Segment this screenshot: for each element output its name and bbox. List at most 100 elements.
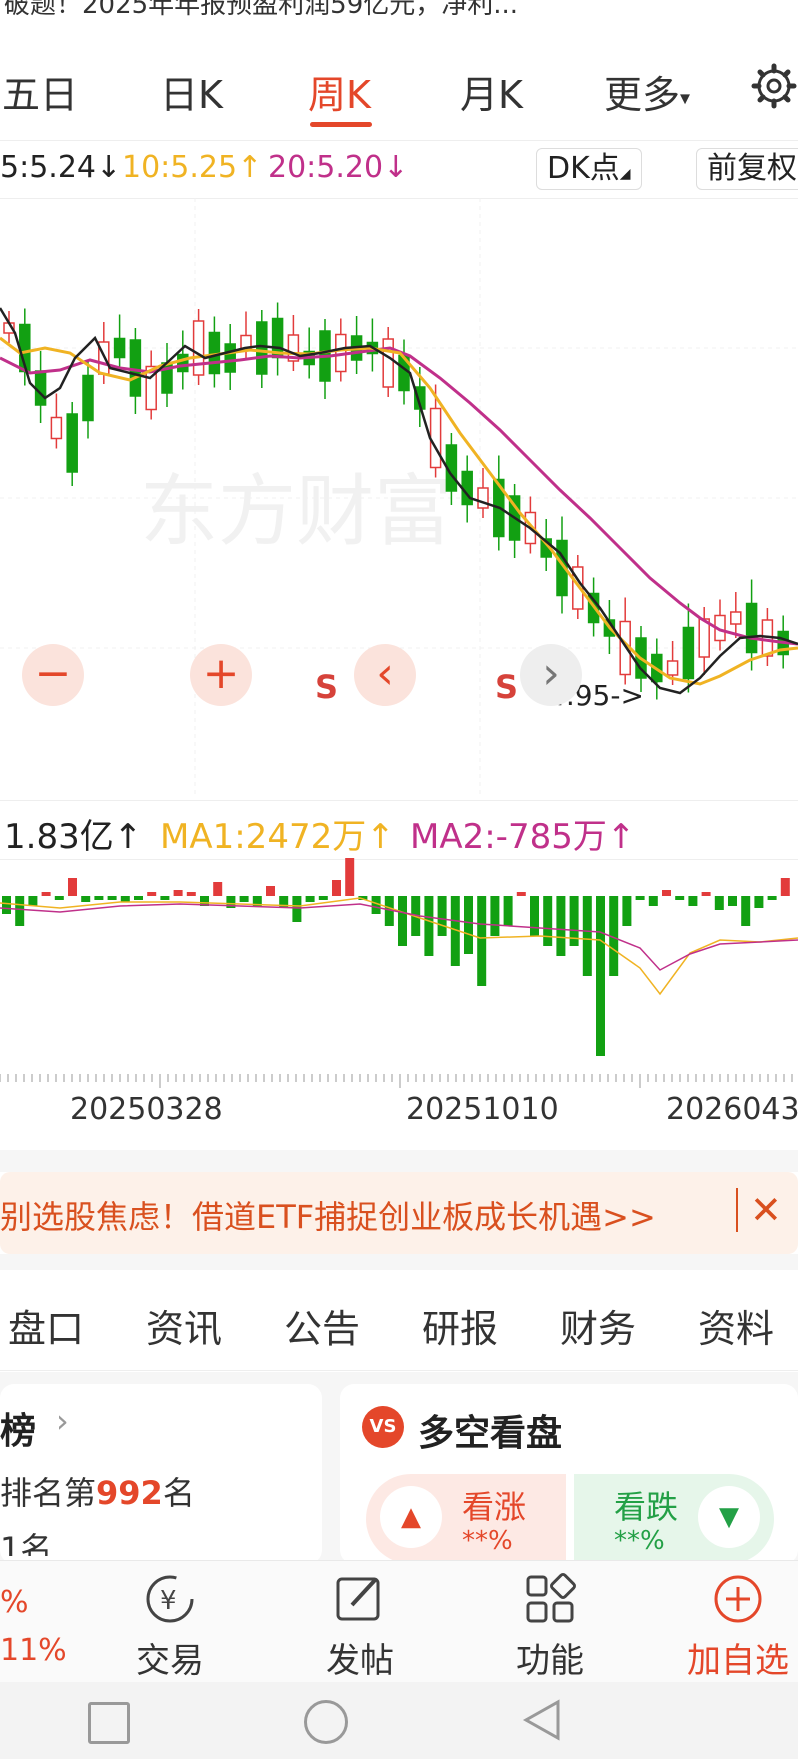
bear-button[interactable]: 看跌 **% ▼ xyxy=(574,1474,774,1564)
tab-research[interactable]: 研报 xyxy=(422,1298,498,1353)
cards-area: 榜 › 排名第992名 1名 VS 多空看盘 ▲ 看涨 **% 看跌 **% ▼ xyxy=(0,1372,798,1564)
volume-bar xyxy=(780,878,790,896)
tab-more[interactable]: 更多▾ xyxy=(604,64,690,119)
candle-body xyxy=(682,626,695,680)
nav-post[interactable]: 发帖 xyxy=(300,1561,420,1683)
dk-point-button[interactable]: DK点◢ xyxy=(536,148,642,190)
rank-number: 992 xyxy=(96,1474,163,1512)
left-change-value-1: % xyxy=(0,1585,29,1620)
volume-bar xyxy=(81,896,91,902)
home-circle-icon[interactable] xyxy=(304,1700,348,1744)
rank-line-2: 1名 xyxy=(0,1530,53,1556)
triangle-down-icon: ▼ xyxy=(698,1486,760,1548)
tab-announcements[interactable]: 公告 xyxy=(284,1298,360,1353)
nav-add-watchlist-label: 加自选 xyxy=(687,1641,789,1681)
volume-bar xyxy=(688,896,698,906)
tab-weekly-k[interactable]: 周K xyxy=(308,64,371,119)
close-icon[interactable]: ✕ xyxy=(750,1188,782,1232)
zoom-out-button[interactable]: − xyxy=(22,644,84,706)
candle-body xyxy=(477,487,489,509)
volume-bar xyxy=(516,892,526,896)
yen-exchange-icon: ¥ xyxy=(146,1575,194,1623)
tab-pankou[interactable]: 盘口 xyxy=(8,1298,84,1353)
adjust-mode-label: 前复权 xyxy=(707,151,797,186)
volume-bar xyxy=(186,892,196,896)
volume-bar xyxy=(754,896,764,908)
vs-badge-icon: VS xyxy=(362,1406,404,1448)
plus-circle-icon xyxy=(714,1575,762,1623)
volume-ma2: MA2:-785万↑ xyxy=(410,817,636,857)
sell-signal-2: S xyxy=(495,668,518,706)
volume-bars-group xyxy=(2,858,790,1056)
volume-bar xyxy=(345,858,355,896)
time-label-3: 2026043 xyxy=(666,1092,798,1127)
tab-monthly-k[interactable]: 月K xyxy=(460,64,523,119)
nav-functions[interactable]: 功能 xyxy=(490,1561,610,1683)
nav-trade[interactable]: ¥ 交易 xyxy=(110,1561,230,1683)
edit-icon xyxy=(336,1577,380,1621)
tab-news[interactable]: 资讯 xyxy=(146,1298,222,1353)
volume-bar xyxy=(107,896,117,900)
rank-line-1: 排名第992名 xyxy=(0,1468,195,1514)
bottom-nav: % 11% ¥ 交易 发帖 功能 加自选 xyxy=(0,1560,798,1683)
volume-bar xyxy=(120,896,130,902)
tab-daily-k[interactable]: 日K xyxy=(160,64,223,119)
volume-chart[interactable] xyxy=(0,858,798,1070)
top-news-text: 破题！2025年年报预盈利润59亿元，净利... xyxy=(4,0,519,20)
volume-bar xyxy=(543,896,553,946)
ad-text: 别选股焦虑！借道ETF捕捉创业板成长机遇>> xyxy=(0,1198,656,1236)
bull-label: 看涨 xyxy=(462,1488,527,1526)
adjust-mode-button[interactable]: 前复权 xyxy=(696,148,798,190)
volume-bar xyxy=(424,896,434,956)
ma20-value: 20:5.20↓ xyxy=(268,150,409,185)
volume-bar xyxy=(477,896,487,986)
volume-bar xyxy=(173,890,183,896)
candle-body xyxy=(429,407,442,469)
zoom-in-button[interactable]: + xyxy=(190,644,252,706)
time-axis-ticks xyxy=(0,1074,793,1088)
bull-value: **% xyxy=(462,1526,513,1556)
triangle-up-icon: ▲ xyxy=(380,1486,442,1548)
rank-card[interactable]: 榜 › 排名第992名 1名 xyxy=(0,1384,322,1564)
bear-value: **% xyxy=(614,1526,665,1556)
volume-bar xyxy=(147,892,157,896)
scroll-right-button[interactable]: › xyxy=(520,644,582,706)
tab-finance[interactable]: 财务 xyxy=(560,1298,636,1353)
spacer-2 xyxy=(0,1254,798,1270)
svg-text:¥: ¥ xyxy=(160,1586,177,1616)
recents-square-icon[interactable] xyxy=(88,1702,130,1744)
tab-profile[interactable]: 资料 xyxy=(698,1298,774,1353)
candlestick-chart[interactable]: 东方财富 S S 4.95-> − + ‹ › xyxy=(0,198,798,798)
volume-bar xyxy=(728,896,737,906)
plus-icon: + xyxy=(202,648,240,699)
top-news-strip[interactable]: 破题！2025年年报预盈利润59亿元，净利... xyxy=(0,0,798,38)
volume-bar xyxy=(648,896,658,906)
candle-body xyxy=(129,339,142,397)
volume-bar xyxy=(94,896,104,900)
scroll-left-button[interactable]: ‹ xyxy=(354,644,416,706)
volume-bar xyxy=(437,896,447,936)
rank-card-title: 榜 xyxy=(0,1411,37,1452)
volume-bar xyxy=(464,896,473,954)
volume-bar xyxy=(701,892,711,896)
tab-five-day[interactable]: 五日 xyxy=(2,64,78,119)
volume-bar xyxy=(503,896,513,926)
chevron-right-icon: › xyxy=(56,1402,69,1440)
ad-banner[interactable]: 别选股焦虑！借道ETF捕捉创业板成长机遇>> ✕ xyxy=(0,1172,798,1254)
candle-body xyxy=(256,321,268,375)
ma5-value: 5:5.24↓ xyxy=(0,150,122,185)
back-triangle-icon[interactable] xyxy=(520,1698,564,1742)
bull-button[interactable]: ▲ 看涨 **% xyxy=(366,1474,566,1564)
gear-icon[interactable] xyxy=(750,62,798,110)
volume-bar xyxy=(266,886,275,896)
volume-bar xyxy=(318,896,328,900)
candlestick-svg: 东方财富 S S 4.95-> xyxy=(0,198,798,798)
corner-triangle-icon: ◢ xyxy=(619,166,631,182)
rank-line-1-post: 名 xyxy=(162,1474,195,1512)
nav-add-watchlist[interactable]: 加自选 xyxy=(678,1561,798,1683)
nav-functions-label: 功能 xyxy=(516,1641,584,1681)
duokong-card[interactable]: VS 多空看盘 ▲ 看涨 **% 看跌 **% ▼ xyxy=(340,1384,798,1564)
time-label-2: 20251010 xyxy=(406,1092,559,1127)
chevron-left-icon: ‹ xyxy=(376,648,394,699)
volume-bar xyxy=(398,896,407,946)
